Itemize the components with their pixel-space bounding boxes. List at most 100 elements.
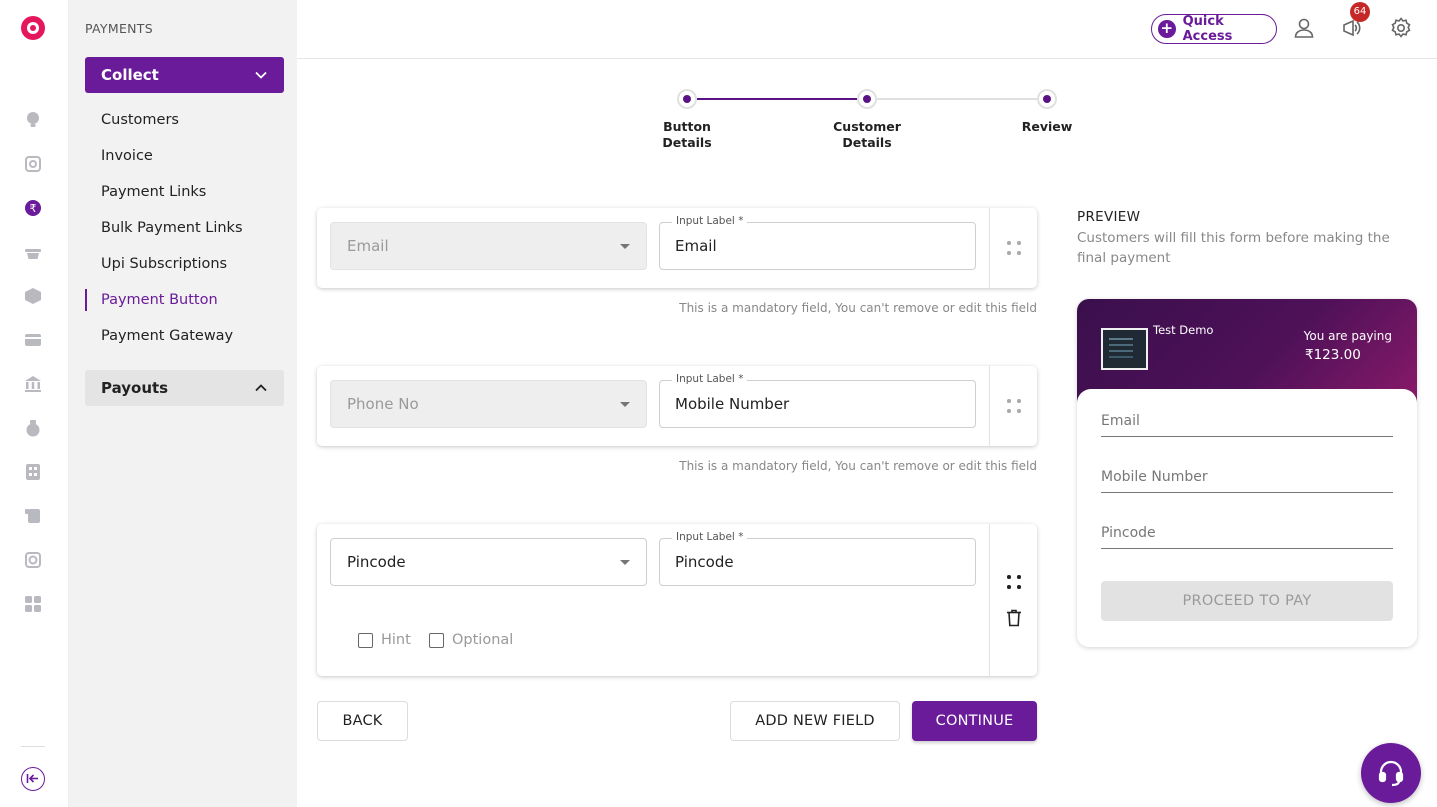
card-side-controls	[989, 366, 1037, 446]
icon-rail: ₹	[0, 0, 69, 807]
step-3-label: Review	[1021, 119, 1073, 134]
calculator-icon[interactable]	[24, 463, 42, 481]
field-card-pincode: Pincode Input Label * Pincode	[317, 524, 1037, 676]
step-3-dot	[1037, 89, 1057, 109]
headset-icon	[1378, 760, 1404, 787]
input-label-value: Mobile Number	[675, 395, 790, 413]
drag-handle-icon[interactable]	[1007, 575, 1021, 589]
continue-button[interactable]: CONTINUE	[912, 701, 1037, 741]
quick-access-button[interactable]: + Quick Access	[1151, 14, 1277, 44]
step-1-label: Button Details	[662, 119, 712, 150]
bank-icon[interactable]	[24, 375, 42, 393]
dropdown-caret-icon	[620, 243, 630, 249]
card-side-controls	[989, 524, 1037, 676]
card-side-controls	[989, 208, 1037, 288]
field-card-email: Email Input Label * Email	[317, 208, 1037, 288]
input-label-caption: Input Label *	[672, 215, 748, 227]
chevron-up-icon	[255, 384, 267, 392]
preview-mobile-field: Mobile Number	[1101, 463, 1393, 493]
optional-checkbox[interactable]: Optional	[429, 632, 513, 648]
payouts-group-toggle[interactable]: Payouts	[85, 370, 284, 406]
hint-checkbox-label: Hint	[381, 632, 411, 648]
field-type-value: Pincode	[347, 553, 406, 571]
field-type-value: Email	[347, 237, 389, 255]
grid-icon[interactable]	[24, 595, 42, 613]
merchant-thumbnail	[1101, 328, 1148, 370]
preview-pincode-field: Pincode	[1101, 519, 1393, 549]
sidebar-item-payment-links[interactable]: Payment Links	[85, 181, 284, 203]
input-label-value: Email	[675, 237, 717, 255]
bulb-icon[interactable]	[24, 111, 42, 129]
top-bar: + Quick Access 64	[297, 0, 1437, 59]
payouts-group-label: Payouts	[101, 379, 169, 397]
dropdown-caret-icon	[620, 401, 630, 407]
mandatory-field-note: This is a mandatory field, You can't rem…	[679, 301, 1037, 315]
preview-subtitle: Customers will fill this form before mak…	[1077, 230, 1390, 266]
support-chat-button[interactable]	[1361, 743, 1421, 803]
paying-amount: ₹123.00	[1305, 347, 1361, 363]
receipt-icon[interactable]	[24, 507, 42, 525]
field-card-phone: Phone No Input Label * Mobile Number	[317, 366, 1037, 446]
input-label-field[interactable]: Input Label * Pincode	[659, 531, 976, 586]
input-label-caption: Input Label *	[672, 531, 748, 543]
collect-group-label: Collect	[101, 66, 159, 84]
sidebar-item-bulk-payment-links[interactable]: Bulk Payment Links	[85, 217, 284, 239]
preview-email-field: Email	[1101, 407, 1393, 437]
logo-icon[interactable]	[21, 16, 45, 40]
plus-icon: +	[1158, 20, 1176, 38]
stepper-remaining-line	[877, 98, 1037, 100]
svg-text:₹: ₹	[30, 202, 37, 215]
drag-handle-icon[interactable]	[1007, 241, 1021, 255]
input-label-field[interactable]: Input Label * Mobile Number	[659, 373, 976, 428]
back-button[interactable]: BACK	[317, 701, 408, 741]
delete-icon[interactable]	[1006, 609, 1022, 627]
drag-handle-icon[interactable]	[1007, 399, 1021, 413]
analytics-icon[interactable]	[24, 155, 42, 173]
quick-access-label: Quick Access	[1182, 14, 1233, 44]
box-icon[interactable]	[24, 287, 42, 305]
rail-divider	[21, 746, 45, 747]
collect-group-toggle[interactable]: Collect	[85, 57, 284, 93]
stepper-progress-line	[697, 98, 857, 100]
preview-card: Test Demo You are paying ₹123.00 Email M…	[1077, 299, 1417, 647]
card-icon[interactable]	[24, 331, 42, 349]
step-1-dot	[677, 89, 697, 109]
sidebar-item-customers[interactable]: Customers	[85, 109, 284, 131]
money-bag-icon[interactable]	[24, 419, 42, 437]
field-type-select[interactable]: Pincode	[330, 538, 647, 586]
input-label-field[interactable]: Input Label * Email	[659, 215, 976, 270]
profile-icon[interactable]	[1293, 17, 1315, 39]
mandatory-field-note: This is a mandatory field, You can't rem…	[679, 459, 1037, 473]
rupee-circle-icon[interactable]: ₹	[24, 199, 42, 217]
gear-icon[interactable]	[1390, 17, 1412, 39]
step-2-dot	[857, 89, 877, 109]
checkbox-box	[358, 632, 373, 648]
chevron-down-icon	[255, 71, 267, 79]
proceed-to-pay-button: PROCEED TO PAY	[1101, 581, 1393, 621]
sidebar-menu: PAYMENTS Collect Customers Invoice Payme…	[69, 0, 297, 807]
input-label-value: Pincode	[675, 553, 734, 571]
step-2-label: Customer Details	[833, 119, 901, 150]
hint-checkbox[interactable]: Hint	[358, 632, 411, 648]
dropdown-caret-icon	[620, 559, 630, 565]
menu-heading: PAYMENTS	[85, 21, 153, 36]
preview-title: PREVIEW	[1077, 209, 1141, 225]
optional-checkbox-label: Optional	[452, 632, 514, 648]
field-type-select: Phone No	[330, 380, 647, 428]
merchant-name: Test Demo	[1153, 323, 1214, 337]
sidebar-item-upi-subscriptions[interactable]: Upi Subscriptions	[85, 253, 284, 275]
checkbox-box	[429, 632, 444, 648]
field-type-select: Email	[330, 222, 647, 270]
preview-form: Email Mobile Number Pincode PROCEED TO P…	[1077, 389, 1417, 647]
paying-label: You are paying	[1303, 329, 1392, 343]
sidebar-item-invoice[interactable]: Invoice	[85, 145, 284, 167]
collapse-sidebar-icon[interactable]	[21, 767, 45, 791]
add-new-field-button[interactable]: ADD NEW FIELD	[730, 701, 900, 741]
sidebar-item-payment-gateway[interactable]: Payment Gateway	[85, 325, 284, 347]
field-type-value: Phone No	[347, 395, 419, 413]
notification-count-badge: 64	[1350, 2, 1370, 22]
app-root: ₹ PAYMENTS Collect Customers Invoice Pay…	[0, 0, 1437, 807]
sidebar-item-payment-button[interactable]: Payment Button	[85, 289, 284, 311]
settlement-icon[interactable]	[24, 551, 42, 569]
basket-icon[interactable]	[24, 243, 42, 261]
